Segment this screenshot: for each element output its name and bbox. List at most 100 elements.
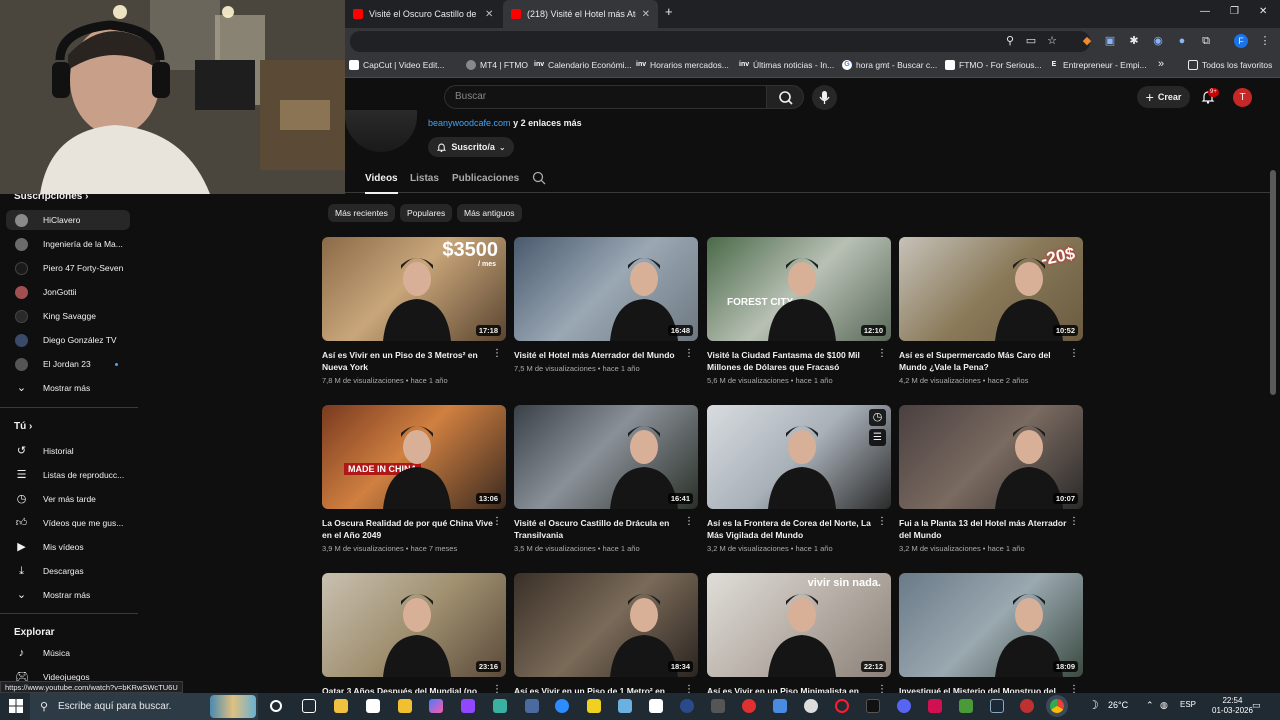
extension-icon[interactable]: ● xyxy=(1175,34,1189,48)
capcut-icon[interactable] xyxy=(649,699,663,713)
sidebar-item-descargas[interactable]: ⤓ Descargas xyxy=(6,561,130,581)
create-button[interactable]: + Crear xyxy=(1137,86,1190,108)
video-thumbnail[interactable]: 10:07 xyxy=(899,405,1083,509)
show-more-subscriptions[interactable]: ⌄ Mostrar más xyxy=(6,378,130,398)
video-menu-kebab-icon[interactable]: ⋮ xyxy=(1069,348,1079,359)
sidebar-item-subscription[interactable]: Diego González TV xyxy=(6,330,130,350)
chrome-icon[interactable] xyxy=(1050,699,1064,713)
zoom-icon[interactable] xyxy=(555,699,569,713)
tab-close-icon[interactable]: ✕ xyxy=(485,9,493,20)
add-to-queue-icon[interactable]: ☰ xyxy=(869,429,886,446)
video-thumbnail[interactable]: -20$ 10:52 xyxy=(899,237,1083,341)
page-scrollbar[interactable] xyxy=(1270,170,1276,395)
video-card[interactable]: ◷ ☰ Así es la Frontera de Corea del Norte,… xyxy=(707,405,891,553)
address-bar[interactable] xyxy=(350,31,1090,52)
video-card[interactable]: 18:09 Investigué el Misterio del Monstruo… xyxy=(899,573,1083,709)
show-more-you[interactable]: ⌄ Mostrar más xyxy=(6,585,130,605)
video-menu-kebab-icon[interactable]: ⋮ xyxy=(492,516,502,527)
video-thumbnail[interactable]: 23:16 xyxy=(322,573,506,677)
sidebar-item-ver-mas-tarde[interactable]: ◷ Ver más tarde xyxy=(6,489,130,509)
app-icon[interactable] xyxy=(680,699,694,713)
show-hidden-icons-chevron-icon[interactable]: ⌃ xyxy=(1146,700,1154,711)
tab-publicaciones[interactable]: Publicaciones xyxy=(452,173,519,184)
tab-videos[interactable]: Videos xyxy=(365,173,398,194)
chip-antiguos[interactable]: Más antiguos xyxy=(457,204,522,222)
tab-listas[interactable]: Listas xyxy=(410,173,439,184)
bookmark-hora-gmt[interactable]: Ghora gmt - Buscar c... xyxy=(842,60,937,70)
video-card[interactable]: 23:16 Qatar 3 Años Después del Mundial (n… xyxy=(322,573,506,709)
chip-populares[interactable]: Populares xyxy=(400,204,453,222)
subscribed-button[interactable]: Suscrito/a ⌄ xyxy=(428,137,514,157)
language-indicator[interactable]: ESP xyxy=(1180,700,1196,709)
restore-button[interactable]: ❐ xyxy=(1230,6,1239,17)
new-tab-button[interactable]: + xyxy=(665,4,673,19)
video-card[interactable]: MADE IN CHINA 13:06 La Oscura Realidad de … xyxy=(322,405,506,553)
bookmarks-overflow-button[interactable]: » xyxy=(1158,58,1164,70)
windows-start-icon[interactable] xyxy=(9,699,23,713)
tab-close-icon[interactable]: ✕ xyxy=(642,9,650,20)
close-window-button[interactable]: ✕ xyxy=(1259,6,1267,17)
video-card[interactable]: 16:48 Visité el Hotel más Aterrador del M… xyxy=(514,237,698,373)
channel-search-button[interactable] xyxy=(532,171,546,188)
network-globe-icon[interactable]: ◍ xyxy=(1160,700,1168,711)
extension-translate-icon[interactable]: ▣ xyxy=(1103,34,1117,48)
steam-icon[interactable] xyxy=(990,699,1004,713)
task-view-icon[interactable] xyxy=(302,699,316,713)
video-thumbnail[interactable]: 16:41 xyxy=(514,405,698,509)
app-icon[interactable] xyxy=(525,699,539,713)
sidebar-item-mis-videos[interactable]: ▶ Mis vídeos xyxy=(6,537,130,557)
minimize-button[interactable]: — xyxy=(1200,6,1210,17)
sidebar-item-subscription[interactable]: King Savagge xyxy=(6,306,130,326)
file-explorer-icon[interactable] xyxy=(334,699,348,713)
video-title[interactable]: Así es la Frontera de Corea del Norte, L… xyxy=(707,517,879,541)
sidebar-item-musica[interactable]: ♪ Música xyxy=(6,643,130,663)
sidebar-item-historial[interactable]: ↺ Historial xyxy=(6,441,130,461)
chip-recientes[interactable]: Más recientes xyxy=(328,204,395,222)
cortana-icon[interactable] xyxy=(270,700,282,712)
video-card[interactable]: $3500/ mes 17:18 Así es Vivir en un Piso d… xyxy=(322,237,506,385)
video-thumbnail[interactable]: ◷ ☰ xyxy=(707,405,891,509)
browser-tab-active[interactable]: (218) Visité el Hotel más Aterra ✕ xyxy=(503,0,658,28)
clock[interactable]: 22:54 01-03-2026 xyxy=(1212,696,1253,716)
bookmark-ftmo[interactable]: MT4 | FTMO xyxy=(466,60,528,70)
app-icon[interactable] xyxy=(587,699,601,713)
app-icon[interactable] xyxy=(773,699,787,713)
video-card[interactable]: 16:41 Visité el Oscuro Castillo de Drácul… xyxy=(514,405,698,553)
video-menu-kebab-icon[interactable]: ⋮ xyxy=(877,516,887,527)
discord-icon[interactable] xyxy=(897,699,911,713)
profile-icon[interactable]: F xyxy=(1234,34,1248,48)
more-links-text[interactable]: y 2 enlaces más xyxy=(513,118,582,128)
app-icon[interactable] xyxy=(493,699,507,713)
bookmark-horarios[interactable]: inv Horarios mercados... xyxy=(636,60,729,70)
video-thumbnail[interactable]: vivir sin nada. 22:12 xyxy=(707,573,891,677)
bookmark-star-icon[interactable]: ☆ xyxy=(1045,34,1059,48)
zoom-icon[interactable]: ⚲ xyxy=(1003,34,1017,48)
tiktok-icon[interactable] xyxy=(866,699,880,713)
bookmark-ftmo-serious[interactable]: FTMO - For Serious... xyxy=(945,60,1042,70)
bookmark-capcut[interactable]: CapCut | Video Edit... xyxy=(349,60,444,70)
extensions-puzzle-icon[interactable]: ⧉ xyxy=(1199,34,1213,48)
search-input[interactable]: Buscar xyxy=(444,85,766,109)
opera-icon[interactable] xyxy=(835,699,849,713)
video-title[interactable]: Así es el Supermercado Más Caro del Mund… xyxy=(899,349,1071,373)
minecraft-icon[interactable] xyxy=(959,699,973,713)
app-icon[interactable] xyxy=(711,699,725,713)
video-card[interactable]: vivir sin nada. 22:12 Así es Vivir en un P… xyxy=(707,573,891,709)
extension-fox-icon[interactable]: ◆ xyxy=(1080,34,1094,48)
notification-center-icon[interactable]: ▭ xyxy=(1252,700,1261,711)
sidebar-item-subscription[interactable]: El Jordan 23 xyxy=(6,354,130,374)
sidebar-item-subscription[interactable]: Piero 47 Forty-Seven xyxy=(6,258,130,278)
video-thumbnail[interactable]: FOREST CITY 12:10 xyxy=(707,237,891,341)
video-card[interactable]: FOREST CITY 12:10 Visité la Ciudad Fantasm… xyxy=(707,237,891,385)
sidebar-item-subscription[interactable]: JonGottii xyxy=(6,282,130,302)
video-menu-kebab-icon[interactable]: ⋮ xyxy=(684,348,694,359)
video-thumbnail[interactable]: MADE IN CHINA 13:06 xyxy=(322,405,506,509)
channel-links[interactable]: beanywoodcafe.com y 2 enlaces más xyxy=(428,118,582,128)
all-bookmarks-button[interactable]: Todos los favoritos xyxy=(1188,60,1272,70)
video-card[interactable]: -20$ 10:52 Así es el Supermercado Más Caro… xyxy=(899,237,1083,385)
user-avatar[interactable]: T xyxy=(1233,88,1252,107)
browser-tab[interactable]: Visité el Oscuro Castillo de Drá ✕ xyxy=(345,0,503,28)
video-card[interactable]: 10:07 Fui a la Planta 13 del Hotel más At… xyxy=(899,405,1083,553)
cast-icon[interactable]: ▭ xyxy=(1024,34,1038,48)
sidebar-item-subscription[interactable]: HiClavero xyxy=(6,210,130,230)
